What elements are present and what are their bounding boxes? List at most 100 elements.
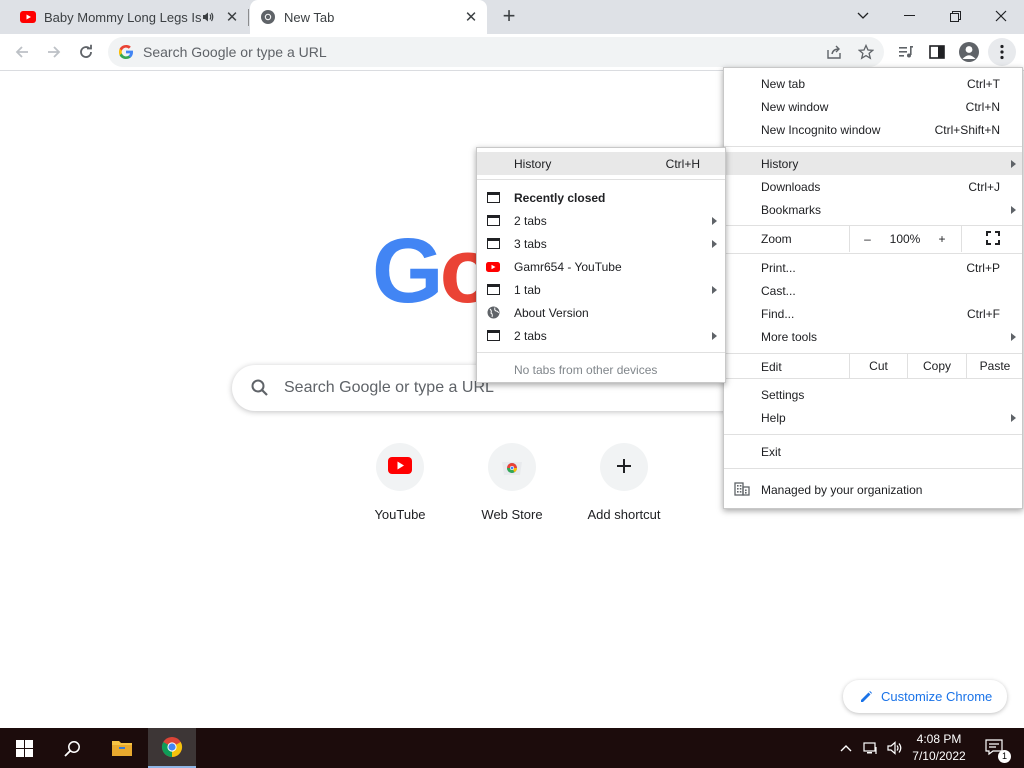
copy-button[interactable]: Copy [907, 354, 966, 378]
history-item[interactable]: 3 tabs [477, 232, 725, 255]
menu-label: New Incognito window [761, 122, 881, 137]
submenu-arrow-icon [1011, 413, 1016, 422]
customize-label: Customize Chrome [881, 689, 993, 704]
youtube-icon [486, 261, 500, 273]
menu-separator [477, 352, 725, 353]
profile-avatar-icon[interactable] [955, 38, 983, 66]
menu-label: 3 tabs [514, 236, 547, 251]
network-icon[interactable] [860, 728, 882, 768]
tab-title: New Tab [284, 9, 335, 25]
menu-item-new-incognito[interactable]: New Incognito window Ctrl+Shift+N [724, 118, 1022, 141]
side-panel-icon[interactable] [923, 38, 951, 66]
menu-label: Recently closed [514, 190, 606, 205]
fullscreen-button[interactable] [961, 226, 1023, 252]
shortcut-web-store[interactable]: Web Store [456, 443, 568, 533]
zoom-label: Zoom [761, 232, 792, 246]
close-window-icon[interactable] [978, 0, 1024, 32]
chrome-menu-kebab-icon[interactable] [988, 38, 1016, 66]
submenu-arrow-icon [712, 331, 717, 340]
menu-shortcut: Ctrl+F [967, 306, 1000, 321]
menu-label: Print... [761, 260, 796, 275]
menu-zoom-row: Zoom – 100% + [724, 226, 1022, 252]
windows-start-icon[interactable] [0, 728, 48, 768]
menu-item-more-tools[interactable]: More tools [724, 325, 1022, 348]
zoom-level: 100% [885, 226, 925, 252]
restore-icon[interactable] [932, 0, 978, 32]
menu-label: Find... [761, 306, 795, 321]
reload-icon[interactable] [72, 38, 100, 66]
tab-search-chevron-icon[interactable] [840, 0, 886, 32]
history-item[interactable]: About Version [477, 301, 725, 324]
customize-chrome-button[interactable]: Customize Chrome [843, 680, 1007, 713]
back-icon[interactable] [8, 38, 36, 66]
volume-icon[interactable] [884, 728, 906, 768]
submenu-arrow-icon [1011, 205, 1016, 214]
history-menu-item-history[interactable]: History Ctrl+H [477, 152, 725, 175]
menu-shortcut: Ctrl+Shift+N [934, 122, 1000, 137]
history-item[interactable]: 2 tabs [477, 324, 725, 347]
shortcut-youtube[interactable]: YouTube [344, 443, 456, 533]
toolbar: Search Google or type a URL [0, 34, 1024, 71]
menu-item-find[interactable]: Find... Ctrl+F [724, 302, 1022, 325]
submenu-arrow-icon [1011, 332, 1016, 341]
bookmark-star-icon[interactable] [852, 38, 880, 66]
share-icon[interactable] [820, 38, 848, 66]
file-explorer-icon[interactable] [98, 728, 146, 768]
menu-shortcut: Ctrl+N [965, 99, 1000, 114]
menu-item-help[interactable]: Help [724, 406, 1022, 429]
tray-chevron-up-icon[interactable] [836, 728, 856, 768]
menu-shortcut: Ctrl+H [665, 156, 700, 171]
menu-item-downloads[interactable]: Downloads Ctrl+J [724, 175, 1022, 198]
taskbar-clock[interactable]: 4:08 PM 7/10/2022 [906, 731, 972, 765]
history-item[interactable]: 2 tabs [477, 209, 725, 232]
search-icon [250, 378, 270, 398]
menu-item-bookmarks[interactable]: Bookmarks [724, 198, 1022, 221]
cut-button[interactable]: Cut [849, 354, 907, 378]
taskbar-search-icon[interactable] [48, 728, 96, 768]
youtube-icon [20, 9, 36, 25]
menu-label: New window [761, 99, 829, 114]
menu-label: Help [761, 410, 786, 425]
menu-item-new-window[interactable]: New window Ctrl+N [724, 95, 1022, 118]
menu-label: 2 tabs [514, 328, 547, 343]
menu-label: More tools [761, 329, 818, 344]
menu-item-history[interactable]: History [724, 152, 1022, 175]
close-tab-icon[interactable]: ✕ [461, 7, 481, 27]
omnibox[interactable]: Search Google or type a URL [108, 37, 884, 67]
media-control-icon[interactable] [892, 38, 920, 66]
forward-icon[interactable] [40, 38, 68, 66]
chrome-main-menu: New tab Ctrl+T New window Ctrl+N New Inc… [723, 67, 1023, 509]
tab-divider [248, 9, 249, 26]
no-tabs-other-devices: No tabs from other devices [477, 358, 725, 381]
history-item[interactable]: Gamr654 - YouTube [477, 255, 725, 278]
close-tab-icon[interactable]: ✕ [222, 7, 242, 27]
shortcut-add[interactable]: Add shortcut [568, 443, 680, 533]
menu-item-settings[interactable]: Settings [724, 383, 1022, 406]
taskbar-chrome-icon[interactable] [148, 728, 196, 768]
zoom-in-button[interactable]: + [925, 226, 959, 252]
action-center-icon[interactable]: 1 [978, 728, 1012, 768]
google-logo: Go [372, 225, 496, 317]
speaker-icon[interactable] [202, 11, 218, 23]
paste-button[interactable]: Paste [966, 354, 1023, 378]
zoom-level-value: 100% [889, 232, 921, 246]
tab-new-tab[interactable]: New Tab ✕ [250, 0, 487, 34]
menu-separator [724, 434, 1022, 435]
history-submenu: History Ctrl+H Recently closed 2 tabs 3 … [476, 147, 726, 383]
window-icon [486, 330, 500, 342]
web-store-icon [501, 456, 523, 479]
minimize-icon[interactable] [886, 0, 932, 32]
menu-item-print[interactable]: Print... Ctrl+P [724, 256, 1022, 279]
tab-youtube[interactable]: Baby Mommy Long Legs Is S ✕ [8, 0, 248, 34]
zoom-plus-label: + [938, 232, 946, 246]
history-item[interactable]: 1 tab [477, 278, 725, 301]
menu-item-managed[interactable]: Managed by your organization [724, 478, 1022, 501]
menu-separator [724, 253, 1022, 254]
menu-item-exit[interactable]: Exit [724, 440, 1022, 463]
shortcut-label: Add shortcut [587, 507, 661, 522]
zoom-out-button[interactable]: – [849, 226, 885, 252]
menu-label: About Version [514, 305, 589, 320]
menu-item-new-tab[interactable]: New tab Ctrl+T [724, 72, 1022, 95]
menu-item-cast[interactable]: Cast... [724, 279, 1022, 302]
new-tab-plus-icon[interactable]: + [497, 5, 521, 29]
